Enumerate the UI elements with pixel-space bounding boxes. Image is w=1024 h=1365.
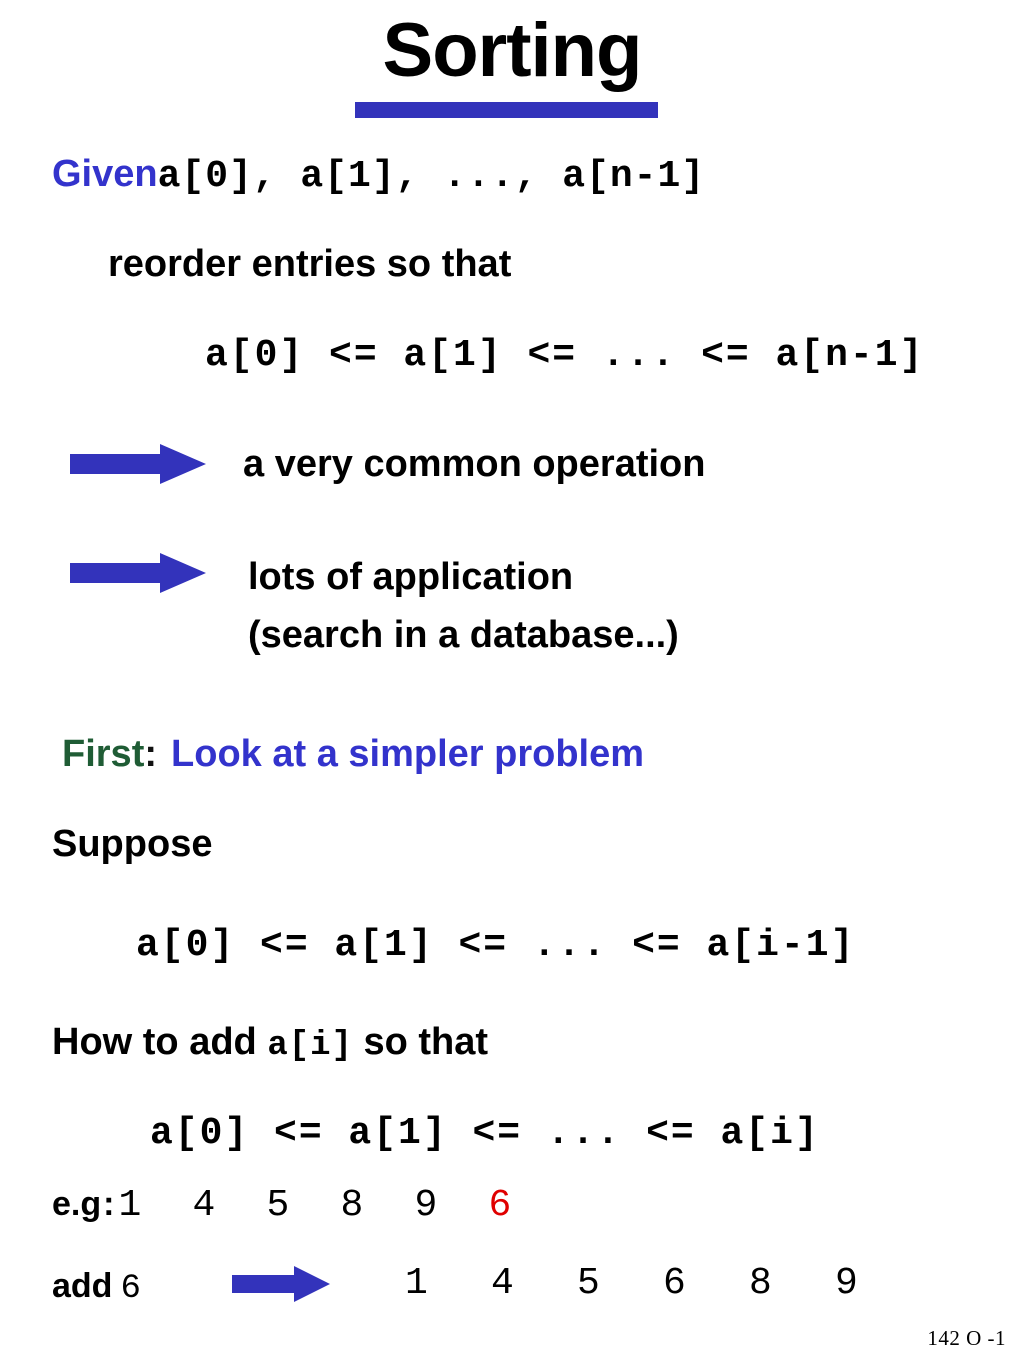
bullet-lots-of-application: lots of application (search in a databas…: [248, 548, 679, 664]
howto-prefix: How to add: [52, 1021, 268, 1063]
add-row: add 6: [52, 1262, 141, 1312]
right-arrow-icon: [232, 1266, 330, 1307]
slide-canvas: Sorting Givena[0], a[1], ..., a[n-1] reo…: [0, 0, 1024, 1365]
chain-expression-i: a[0] <= a[1] <= ... <= a[i]: [150, 1112, 820, 1155]
add-result-row: 1 4 5 6 8 9: [405, 1262, 921, 1305]
right-arrow-icon: [70, 444, 206, 489]
example-row: e.g: 1 4 5 8 9 6: [52, 1180, 562, 1229]
chain-expression-n: a[0] <= a[1] <= ... <= a[n-1]: [205, 334, 925, 377]
result-number: 9: [835, 1262, 858, 1305]
bullet-lots-line-1: lots of application: [248, 556, 574, 598]
given-code: a[0], a[1], ..., a[n-1]: [157, 155, 706, 198]
result-number: 6: [663, 1262, 686, 1305]
bullet-lots-line-2: (search in a database...): [248, 614, 679, 656]
example-number: 9: [414, 1184, 438, 1227]
result-number: 5: [577, 1262, 600, 1305]
example-number: 4: [192, 1184, 216, 1227]
bullet-common-operation: a very common operation: [243, 443, 706, 485]
first-line: First: Look at a simpler problem: [62, 730, 644, 778]
right-arrow-icon: [70, 553, 206, 598]
first-statement: Look at a simpler problem: [171, 733, 645, 775]
given-line: Givena[0], a[1], ..., a[n-1]: [52, 150, 705, 201]
given-keyword: Given: [52, 153, 158, 195]
suppose-line: Suppose: [52, 823, 213, 865]
example-inserted-number: 6: [488, 1184, 512, 1227]
reorder-line: reorder entries so that: [108, 243, 512, 285]
example-label: e.g: [52, 1185, 102, 1223]
title-underline-bar: [355, 102, 658, 118]
chain-expression-i-minus-1: a[0] <= a[1] <= ... <= a[i-1]: [136, 924, 856, 967]
result-number: 8: [749, 1262, 772, 1305]
first-label: First: [62, 733, 145, 775]
page-title: Sorting: [382, 8, 643, 93]
first-colon: :: [144, 733, 158, 775]
add-value: 6: [120, 1270, 141, 1308]
example-number: 5: [266, 1184, 290, 1227]
add-label: add: [52, 1267, 113, 1305]
example-colon: :: [103, 1185, 115, 1223]
result-number: 1: [405, 1262, 428, 1305]
howto-suffix: so that: [352, 1021, 489, 1063]
result-number: 4: [491, 1262, 514, 1305]
slide-footer: 142 O -1: [927, 1326, 1006, 1350]
howto-line: How to add a[i] so that: [52, 1018, 488, 1070]
example-number: 1: [118, 1184, 142, 1227]
example-number: 8: [340, 1184, 364, 1227]
howto-code: a[i]: [267, 1027, 353, 1065]
